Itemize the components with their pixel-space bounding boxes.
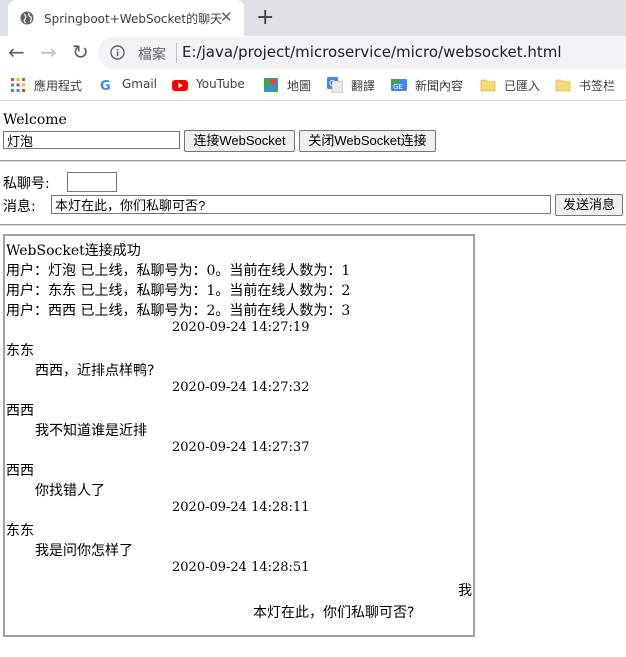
online-notice: 用户：西西 已上线，私聊号为：2。当前在线人数为：3: [6, 303, 351, 319]
folder-icon: [555, 79, 571, 92]
message-sender: 东东: [6, 523, 34, 539]
message-timestamp: 2020-09-24 14:27:19: [172, 320, 310, 335]
send-message-button[interactable]: 发送消息: [555, 194, 623, 216]
message-log[interactable]: WebSocket连接成功 用户：灯泡 已上线，私聊号为：0。当前在线人数为：1…: [3, 234, 475, 637]
private-number-input[interactable]: [67, 172, 117, 192]
news-icon: GE: [391, 79, 407, 91]
reload-icon[interactable]: ↻: [72, 40, 89, 64]
bookmark-label: 书签栏: [579, 79, 616, 93]
maps-icon: [264, 78, 278, 92]
bookmark-label: Gmail: [122, 77, 158, 91]
private-number-label: 私聊号:: [3, 176, 50, 192]
message-text: 西西，近排点样鸭?: [35, 363, 155, 379]
tab-title: Springboot+WebSocket的聊天: [44, 12, 223, 26]
address-bar[interactable]: 檔案 E:/java/project/microservice/micro/we…: [98, 37, 626, 69]
self-sender: 我: [458, 583, 472, 599]
message-timestamp: 2020-09-24 14:27:37: [172, 440, 310, 455]
bookmarks-bar: 應用程式 G Gmail YouTube 地圖 G 翻譯 GE 新聞內容 已匯入…: [0, 70, 626, 101]
message-timestamp: 2020-09-24 14:27:32: [172, 380, 310, 395]
nickname-input[interactable]: [3, 131, 180, 149]
status-message: WebSocket连接成功: [6, 243, 141, 259]
message-input[interactable]: [51, 195, 551, 214]
folder-icon: [480, 79, 496, 92]
svg-text:G: G: [329, 79, 335, 88]
message-sender: 东东: [6, 343, 34, 359]
bookmark-label: 地圖: [287, 79, 312, 93]
close-websocket-button[interactable]: 关闭WebSocket连接: [299, 130, 436, 152]
message-timestamp: 2020-09-24 14:28:51: [172, 560, 310, 575]
forward-arrow-icon[interactable]: →: [40, 40, 57, 64]
message-text: 我是问你怎样了: [35, 543, 133, 559]
globe-icon: [20, 11, 34, 25]
apps-grid-icon: [11, 78, 25, 92]
connect-websocket-button[interactable]: 连接WebSocket: [184, 130, 295, 152]
tab-strip: Springboot+WebSocket的聊天 ✕ +: [0, 0, 626, 36]
bookmark-label: YouTube: [196, 77, 245, 91]
address-divider: [176, 43, 177, 63]
bookmark-label: 新聞內容: [415, 79, 464, 93]
message-text: 你找错人了: [35, 483, 105, 499]
divider: [0, 224, 626, 226]
back-arrow-icon[interactable]: ←: [8, 40, 25, 64]
bookmark-label: 應用程式: [34, 79, 83, 93]
address-url[interactable]: E:/java/project/microservice/micro/webso…: [182, 43, 562, 61]
self-message-text: 本灯在此，你们私聊可否?: [253, 605, 415, 621]
message-sender: 西西: [6, 403, 34, 419]
close-tab-icon[interactable]: ✕: [220, 8, 233, 26]
google-icon: G: [100, 79, 111, 93]
bookmark-label: 已匯入: [504, 79, 541, 93]
svg-text:GE: GE: [393, 83, 403, 91]
bookmark-label: 翻譯: [351, 79, 376, 93]
browser-tab[interactable]: Springboot+WebSocket的聊天 ✕: [8, 0, 244, 36]
address-scheme-label: 檔案: [138, 47, 166, 63]
svg-text:G: G: [100, 79, 111, 93]
online-notice: 用户：灯泡 已上线，私聊号为：0。当前在线人数为：1: [6, 263, 351, 279]
info-icon[interactable]: [110, 45, 125, 60]
message-timestamp: 2020-09-24 14:28:11: [172, 500, 310, 515]
translate-icon: G: [327, 77, 343, 93]
online-notice: 用户：东东 已上线，私聊号为：1。当前在线人数为：2: [6, 283, 351, 299]
youtube-icon: [172, 80, 188, 91]
page-content: Welcome 连接WebSocket 关闭WebSocket连接 私聊号: 消…: [0, 101, 626, 657]
message-sender: 西西: [6, 463, 34, 479]
welcome-heading: Welcome: [3, 112, 67, 128]
browser-toolbar: ← → ↻ 檔案 E:/java/project/microservice/mi…: [0, 36, 626, 69]
message-label: 消息:: [3, 199, 36, 215]
divider: [0, 160, 626, 162]
message-text: 我不知道谁是近排: [35, 423, 147, 439]
new-tab-button[interactable]: +: [256, 5, 274, 30]
